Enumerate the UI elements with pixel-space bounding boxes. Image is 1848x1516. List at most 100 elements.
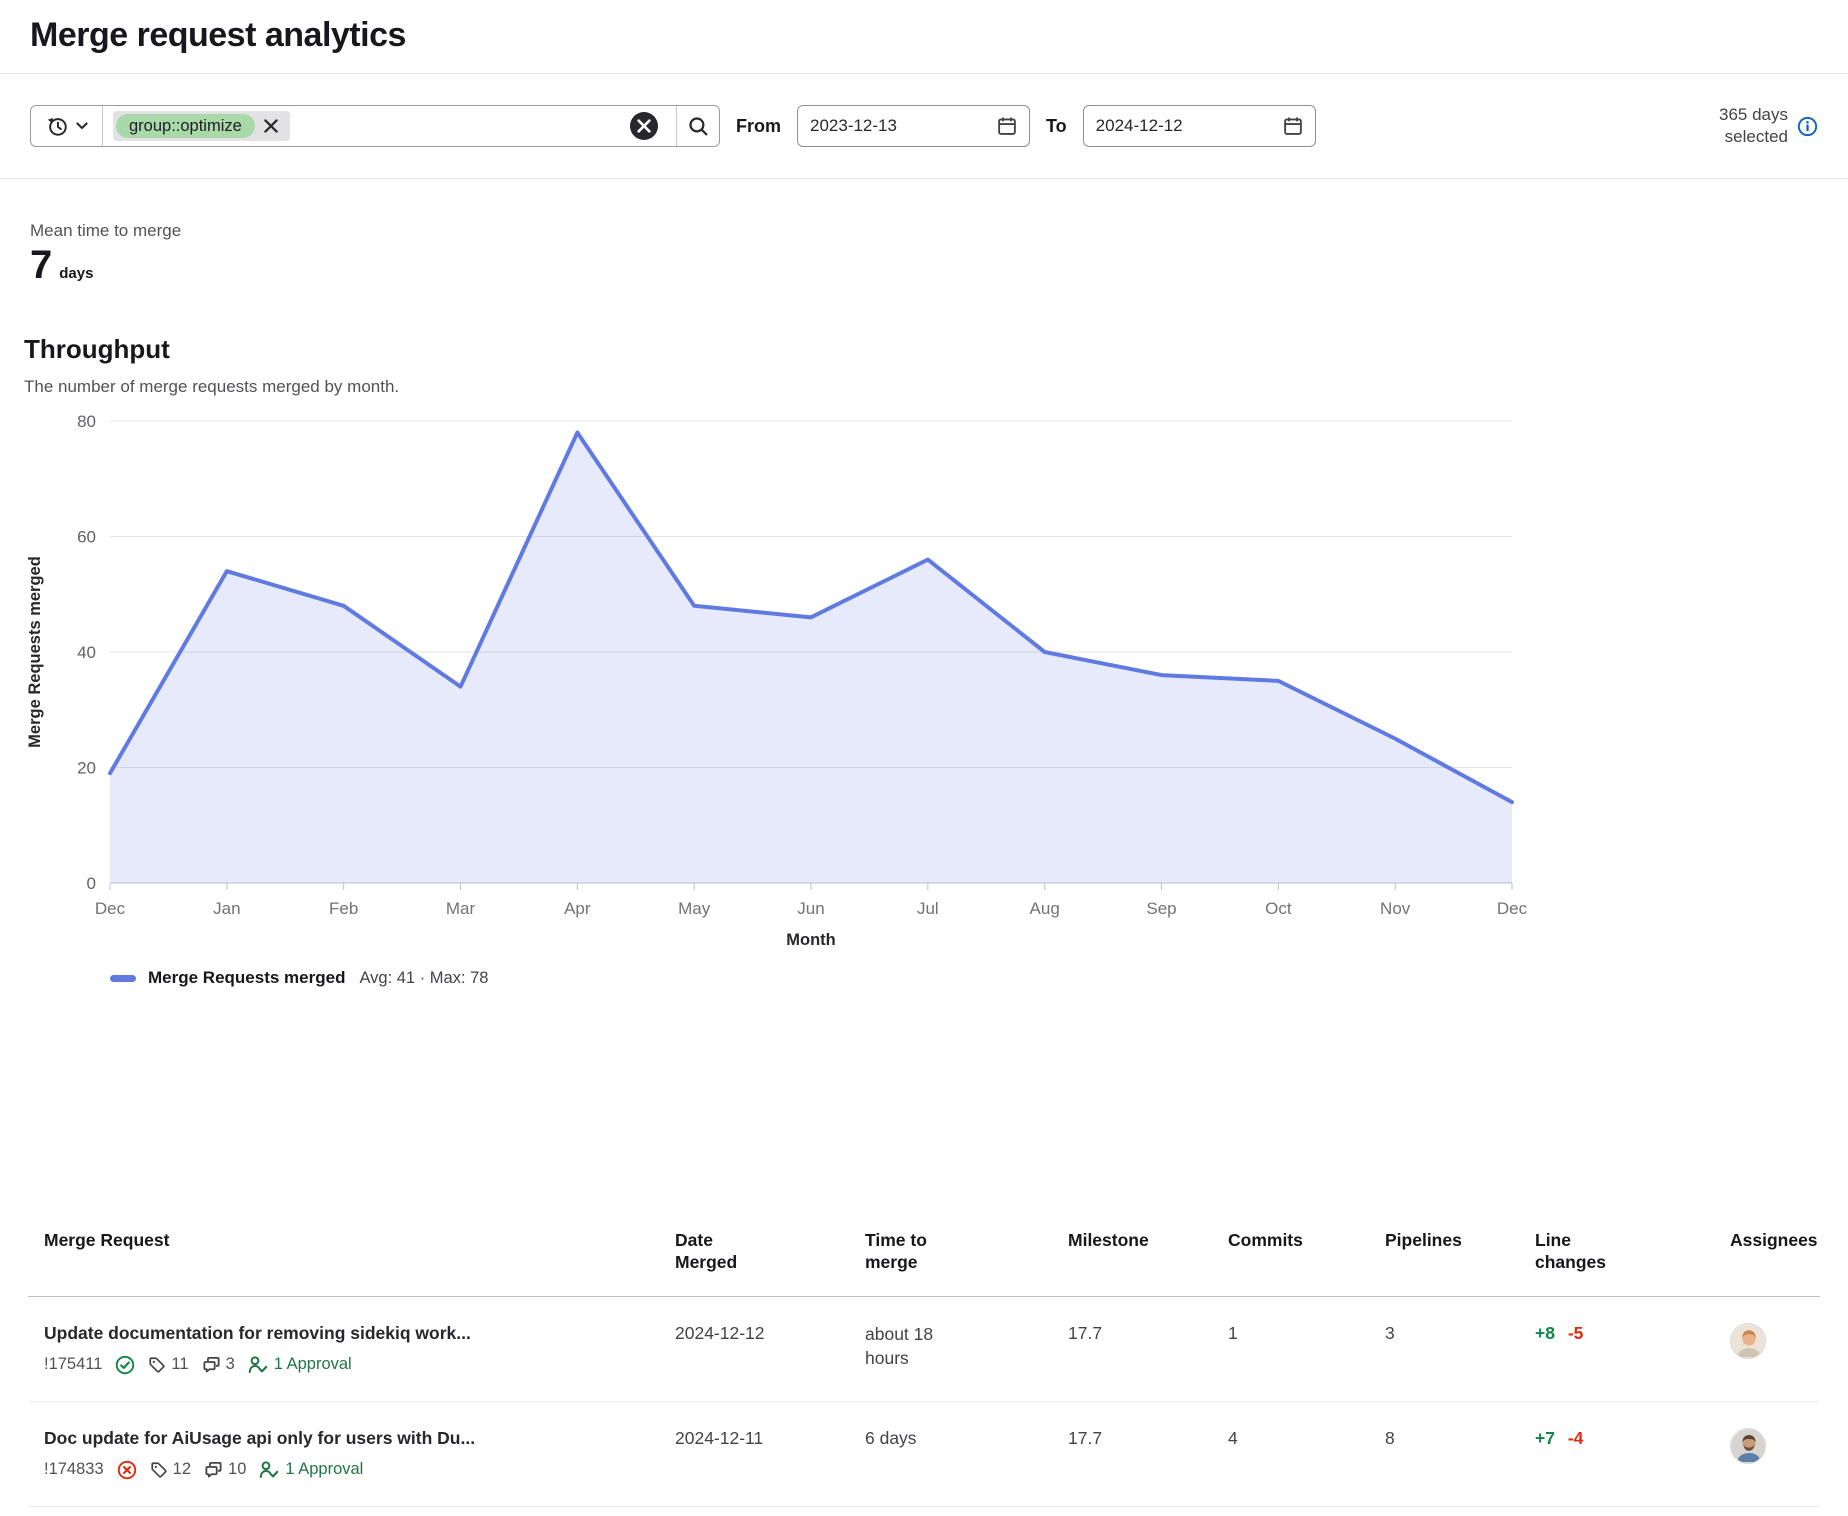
mr-id: !174833	[44, 1460, 104, 1479]
date-merged: 2024-12-12	[675, 1297, 865, 1401]
chart-legend: Merge Requests merged Avg: 41 · Max: 78	[110, 965, 1848, 991]
table-row: Doc update for AiUsage api only for user…	[28, 1402, 1820, 1507]
pipelines: 8	[1385, 1402, 1535, 1506]
user-check-icon	[259, 1460, 279, 1480]
svg-text:Jan: Jan	[213, 899, 240, 918]
throughput-chart-svg: 0 20 40 60 80 Dec Jan Feb Mar Apr May Jun Jul Aug Sep O…	[0, 403, 1848, 963]
mr-title-link[interactable]: Doc update for AiUsage api only for user…	[44, 1428, 667, 1449]
tag-icon	[150, 1461, 168, 1479]
table-row: Update documentation for removing sideki…	[28, 1297, 1820, 1402]
svg-text:0: 0	[87, 874, 96, 893]
to-date-input[interactable]: 2024-12-12	[1083, 105, 1316, 147]
time-to-merge: about 18 hours	[865, 1297, 1068, 1401]
tag-icon	[148, 1356, 166, 1374]
svg-text:Nov: Nov	[1380, 899, 1411, 918]
page-title: Merge request analytics	[30, 16, 1818, 55]
svg-text:Jun: Jun	[797, 899, 824, 918]
legend-stats: Avg: 41 · Max: 78	[359, 969, 488, 988]
commits: 1	[1228, 1297, 1385, 1401]
clear-search-button[interactable]	[630, 112, 658, 140]
labels-count: 11	[148, 1355, 188, 1374]
token-remove-button[interactable]	[255, 119, 287, 133]
filter-bar: group::optimize F	[0, 74, 1848, 179]
col-date-merged: Date Merged	[675, 1216, 865, 1296]
date-merged: 2024-12-11	[675, 1402, 865, 1506]
metric-unit: days	[59, 265, 93, 282]
comments-icon	[202, 1355, 221, 1374]
col-milestone: Milestone	[1068, 1216, 1228, 1296]
svg-text:Apr: Apr	[564, 899, 591, 918]
assignee-avatar[interactable]	[1730, 1323, 1766, 1359]
svg-text:Sep: Sep	[1146, 899, 1176, 918]
deletions: -5	[1568, 1323, 1584, 1343]
line-changes: +7 -4	[1535, 1402, 1730, 1506]
page-header: Merge request analytics	[0, 0, 1848, 74]
col-time-to-merge: Time to merge	[865, 1216, 1068, 1296]
svg-text:80: 80	[77, 412, 96, 431]
approvals: 1 Approval	[259, 1460, 363, 1480]
commits: 4	[1228, 1402, 1385, 1506]
search-submit-button[interactable]	[677, 106, 719, 146]
mr-title-link[interactable]: Update documentation for removing sideki…	[44, 1323, 667, 1344]
days-selected-text: 365 days selected	[1692, 104, 1788, 148]
user-check-icon	[248, 1355, 268, 1375]
throughput-description: The number of merge requests merged by m…	[24, 377, 1818, 397]
approvals: 1 Approval	[248, 1355, 352, 1375]
from-label: From	[736, 116, 781, 137]
svg-text:Mar: Mar	[446, 899, 476, 918]
close-icon	[264, 119, 278, 133]
x-circle-icon	[117, 1460, 137, 1480]
svg-text:60: 60	[77, 528, 96, 547]
clear-circle-icon	[637, 119, 651, 133]
calendar-icon[interactable]	[1283, 116, 1303, 136]
metric-label: Mean time to merge	[30, 221, 1818, 241]
additions: +7	[1535, 1428, 1555, 1448]
merge-request-table: Merge Request Date Merged Time to merge …	[28, 1216, 1820, 1507]
svg-text:Aug: Aug	[1030, 899, 1060, 918]
col-pipelines: Pipelines	[1385, 1216, 1535, 1296]
comments-icon	[204, 1460, 223, 1479]
svg-text:Jul: Jul	[917, 899, 939, 918]
svg-text:Merge Requests merged: Merge Requests merged	[26, 556, 44, 748]
svg-text:Dec: Dec	[1497, 899, 1528, 918]
col-commits: Commits	[1228, 1216, 1385, 1296]
throughput-chart: 0 20 40 60 80 Dec Jan Feb Mar Apr May Jun Jul Aug Sep O…	[0, 403, 1848, 991]
from-date-input[interactable]: 2023-12-13	[797, 105, 1030, 147]
mr-id: !175411	[44, 1355, 102, 1374]
comments-count: 10	[204, 1460, 246, 1479]
milestone: 17.7	[1068, 1402, 1228, 1506]
svg-text:Oct: Oct	[1265, 899, 1292, 918]
additions: +8	[1535, 1323, 1555, 1343]
filter-token-label[interactable]: group::optimize	[116, 114, 255, 138]
to-date-value: 2024-12-12	[1096, 116, 1283, 136]
filter-token-area[interactable]: group::optimize	[103, 106, 676, 146]
days-selected: 365 days selected	[1692, 104, 1818, 148]
to-label: To	[1046, 116, 1067, 137]
svg-text:Month: Month	[786, 931, 835, 949]
col-assignees: Assignees	[1730, 1216, 1826, 1296]
pipelines: 3	[1385, 1297, 1535, 1401]
svg-text:Feb: Feb	[329, 899, 358, 918]
col-merge-request: Merge Request	[28, 1216, 675, 1296]
line-changes: +8 -5	[1535, 1297, 1730, 1401]
info-icon[interactable]	[1797, 116, 1818, 137]
history-icon	[46, 115, 69, 138]
deletions: -4	[1568, 1428, 1584, 1448]
check-circle-icon	[115, 1355, 135, 1375]
filtered-search-box[interactable]: group::optimize	[30, 105, 720, 147]
chevron-down-icon	[76, 122, 88, 130]
labels-count: 12	[150, 1460, 191, 1479]
from-date-value: 2023-12-13	[810, 116, 997, 136]
assignee-avatar[interactable]	[1730, 1428, 1766, 1464]
svg-text:May: May	[678, 899, 711, 918]
svg-text:40: 40	[77, 643, 96, 662]
svg-text:20: 20	[77, 759, 96, 778]
milestone: 17.7	[1068, 1297, 1228, 1401]
search-history-button[interactable]	[31, 106, 103, 146]
legend-label: Merge Requests merged	[148, 968, 345, 988]
col-line-changes: Line changes	[1535, 1216, 1730, 1296]
mean-time-to-merge-metric: Mean time to merge 7 days	[0, 179, 1848, 288]
filter-token[interactable]: group::optimize	[113, 111, 290, 141]
search-icon	[688, 116, 709, 137]
calendar-icon[interactable]	[997, 116, 1017, 136]
